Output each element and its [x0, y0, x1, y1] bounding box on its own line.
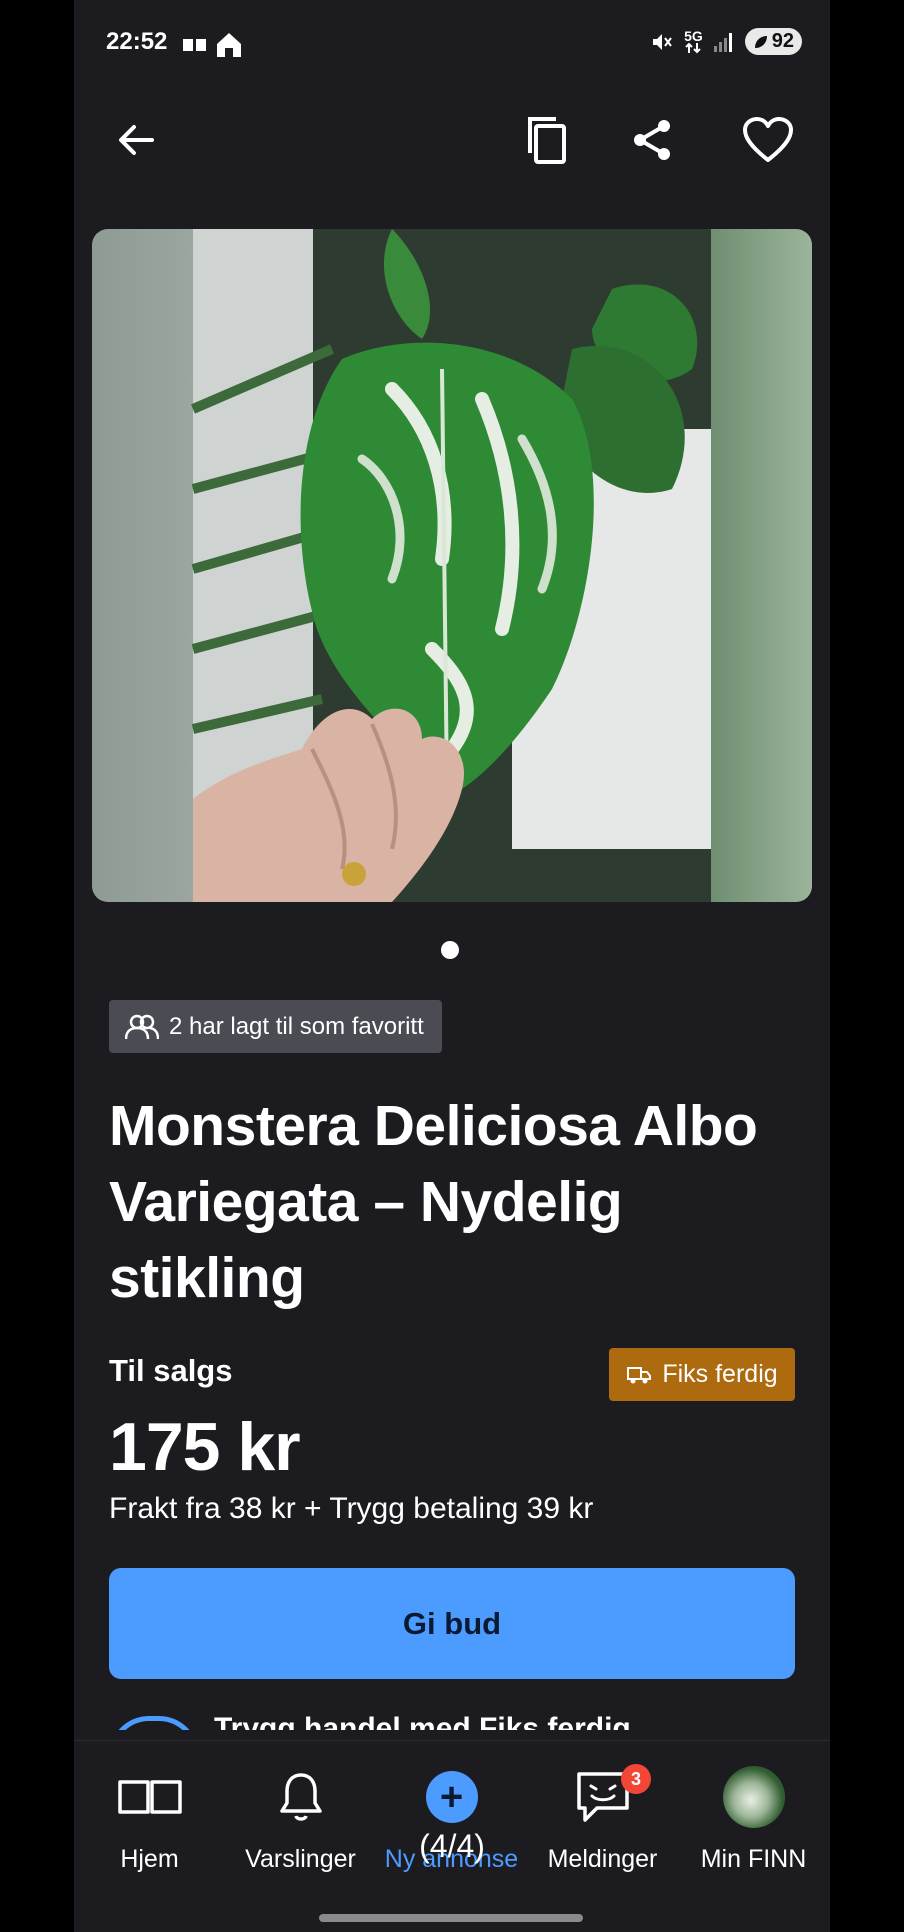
copy-button[interactable]	[517, 110, 577, 170]
favorite-button[interactable]	[738, 110, 798, 170]
signal-icon	[713, 32, 732, 52]
messages-badge: 3	[621, 1764, 651, 1794]
place-bid-button[interactable]: Gi bud	[109, 1568, 795, 1679]
fiks-ferdig-label: Fiks ferdig	[662, 1360, 778, 1388]
arrow-left-icon	[119, 125, 154, 155]
bottom-nav: Hjem Varslinger + Ny annonse 3 Meldinger…	[74, 1740, 830, 1893]
status-left-icons	[182, 30, 244, 60]
fiks-ferdig-badge[interactable]: Fiks ferdig	[609, 1348, 795, 1401]
tab-home[interactable]: Hjem	[74, 1741, 225, 1893]
plant-leaf-image	[191, 229, 711, 902]
heart-icon	[743, 117, 793, 162]
tab-messages[interactable]: 3 Meldinger	[527, 1741, 678, 1893]
tab-my-finn-icon-wrap	[722, 1766, 786, 1828]
favorites-badge: 2 har lagt til som favoritt	[109, 1000, 442, 1053]
peek-text: Trygg handel med Fiks ferdig	[214, 1712, 631, 1730]
plus-circle-icon: +	[425, 1771, 478, 1823]
tab-new-listing[interactable]: + Ny annonse	[376, 1741, 527, 1893]
tab-my-finn[interactable]: Min FINN	[678, 1741, 829, 1893]
home-app-icon	[217, 33, 241, 57]
data-arrows-icon	[685, 42, 702, 53]
tab-my-finn-label: Min FINN	[700, 1845, 807, 1873]
tab-notifications-icon-wrap	[269, 1769, 333, 1825]
home-indicator[interactable]	[319, 1914, 583, 1922]
bell-icon	[279, 1773, 322, 1821]
tab-home-icon-wrap	[117, 1769, 182, 1825]
copy-icon	[528, 117, 566, 164]
tab-messages-label: Meldinger	[547, 1845, 658, 1873]
status-right: 5G 92	[650, 28, 802, 55]
shipping-info: Frakt fra 38 kr + Trygg betaling 39 kr	[109, 1492, 594, 1525]
product-photo[interactable]	[92, 229, 812, 902]
users-icon	[125, 1014, 159, 1039]
top-nav	[74, 100, 830, 180]
shield-icon	[109, 1716, 199, 1730]
network-type: 5G	[684, 29, 703, 54]
book-open-icon	[117, 1780, 182, 1814]
share-button[interactable]	[622, 110, 682, 170]
battery-level: 92	[771, 30, 794, 52]
status-time: 22:52	[106, 28, 168, 55]
fiks-ferdig-section-peek: Trygg handel med Fiks ferdig	[109, 1712, 799, 1730]
tab-new-listing-icon-wrap: +	[420, 1769, 484, 1825]
price: 175 kr	[109, 1409, 301, 1485]
share-icon	[634, 120, 670, 160]
favorites-text: 2 har lagt til som favoritt	[169, 1012, 424, 1040]
tab-new-listing-label: Ny annonse	[384, 1845, 519, 1873]
tab-notifications-label: Varslinger	[245, 1845, 356, 1873]
leaf-icon	[754, 35, 767, 48]
reader-icon	[183, 39, 206, 51]
tab-notifications[interactable]: Varslinger	[225, 1741, 376, 1893]
listing-title: Monstera Deliciosa Albo Variegata – Nyde…	[109, 1094, 758, 1310]
back-button[interactable]	[106, 110, 166, 170]
battery-indicator: 92	[744, 28, 802, 55]
screen: 22:52 5G 92 2 har lagt til som favoritt …	[74, 0, 830, 1932]
avatar	[722, 1766, 785, 1828]
status-bar: 22:52 5G 92	[74, 0, 830, 92]
gallery-page-dot[interactable]	[441, 941, 459, 959]
mute-icon	[653, 33, 672, 50]
sale-type-label: Til salgs	[109, 1353, 233, 1388]
delivery-truck-icon	[627, 1366, 652, 1383]
tab-home-label: Hjem	[120, 1845, 179, 1873]
